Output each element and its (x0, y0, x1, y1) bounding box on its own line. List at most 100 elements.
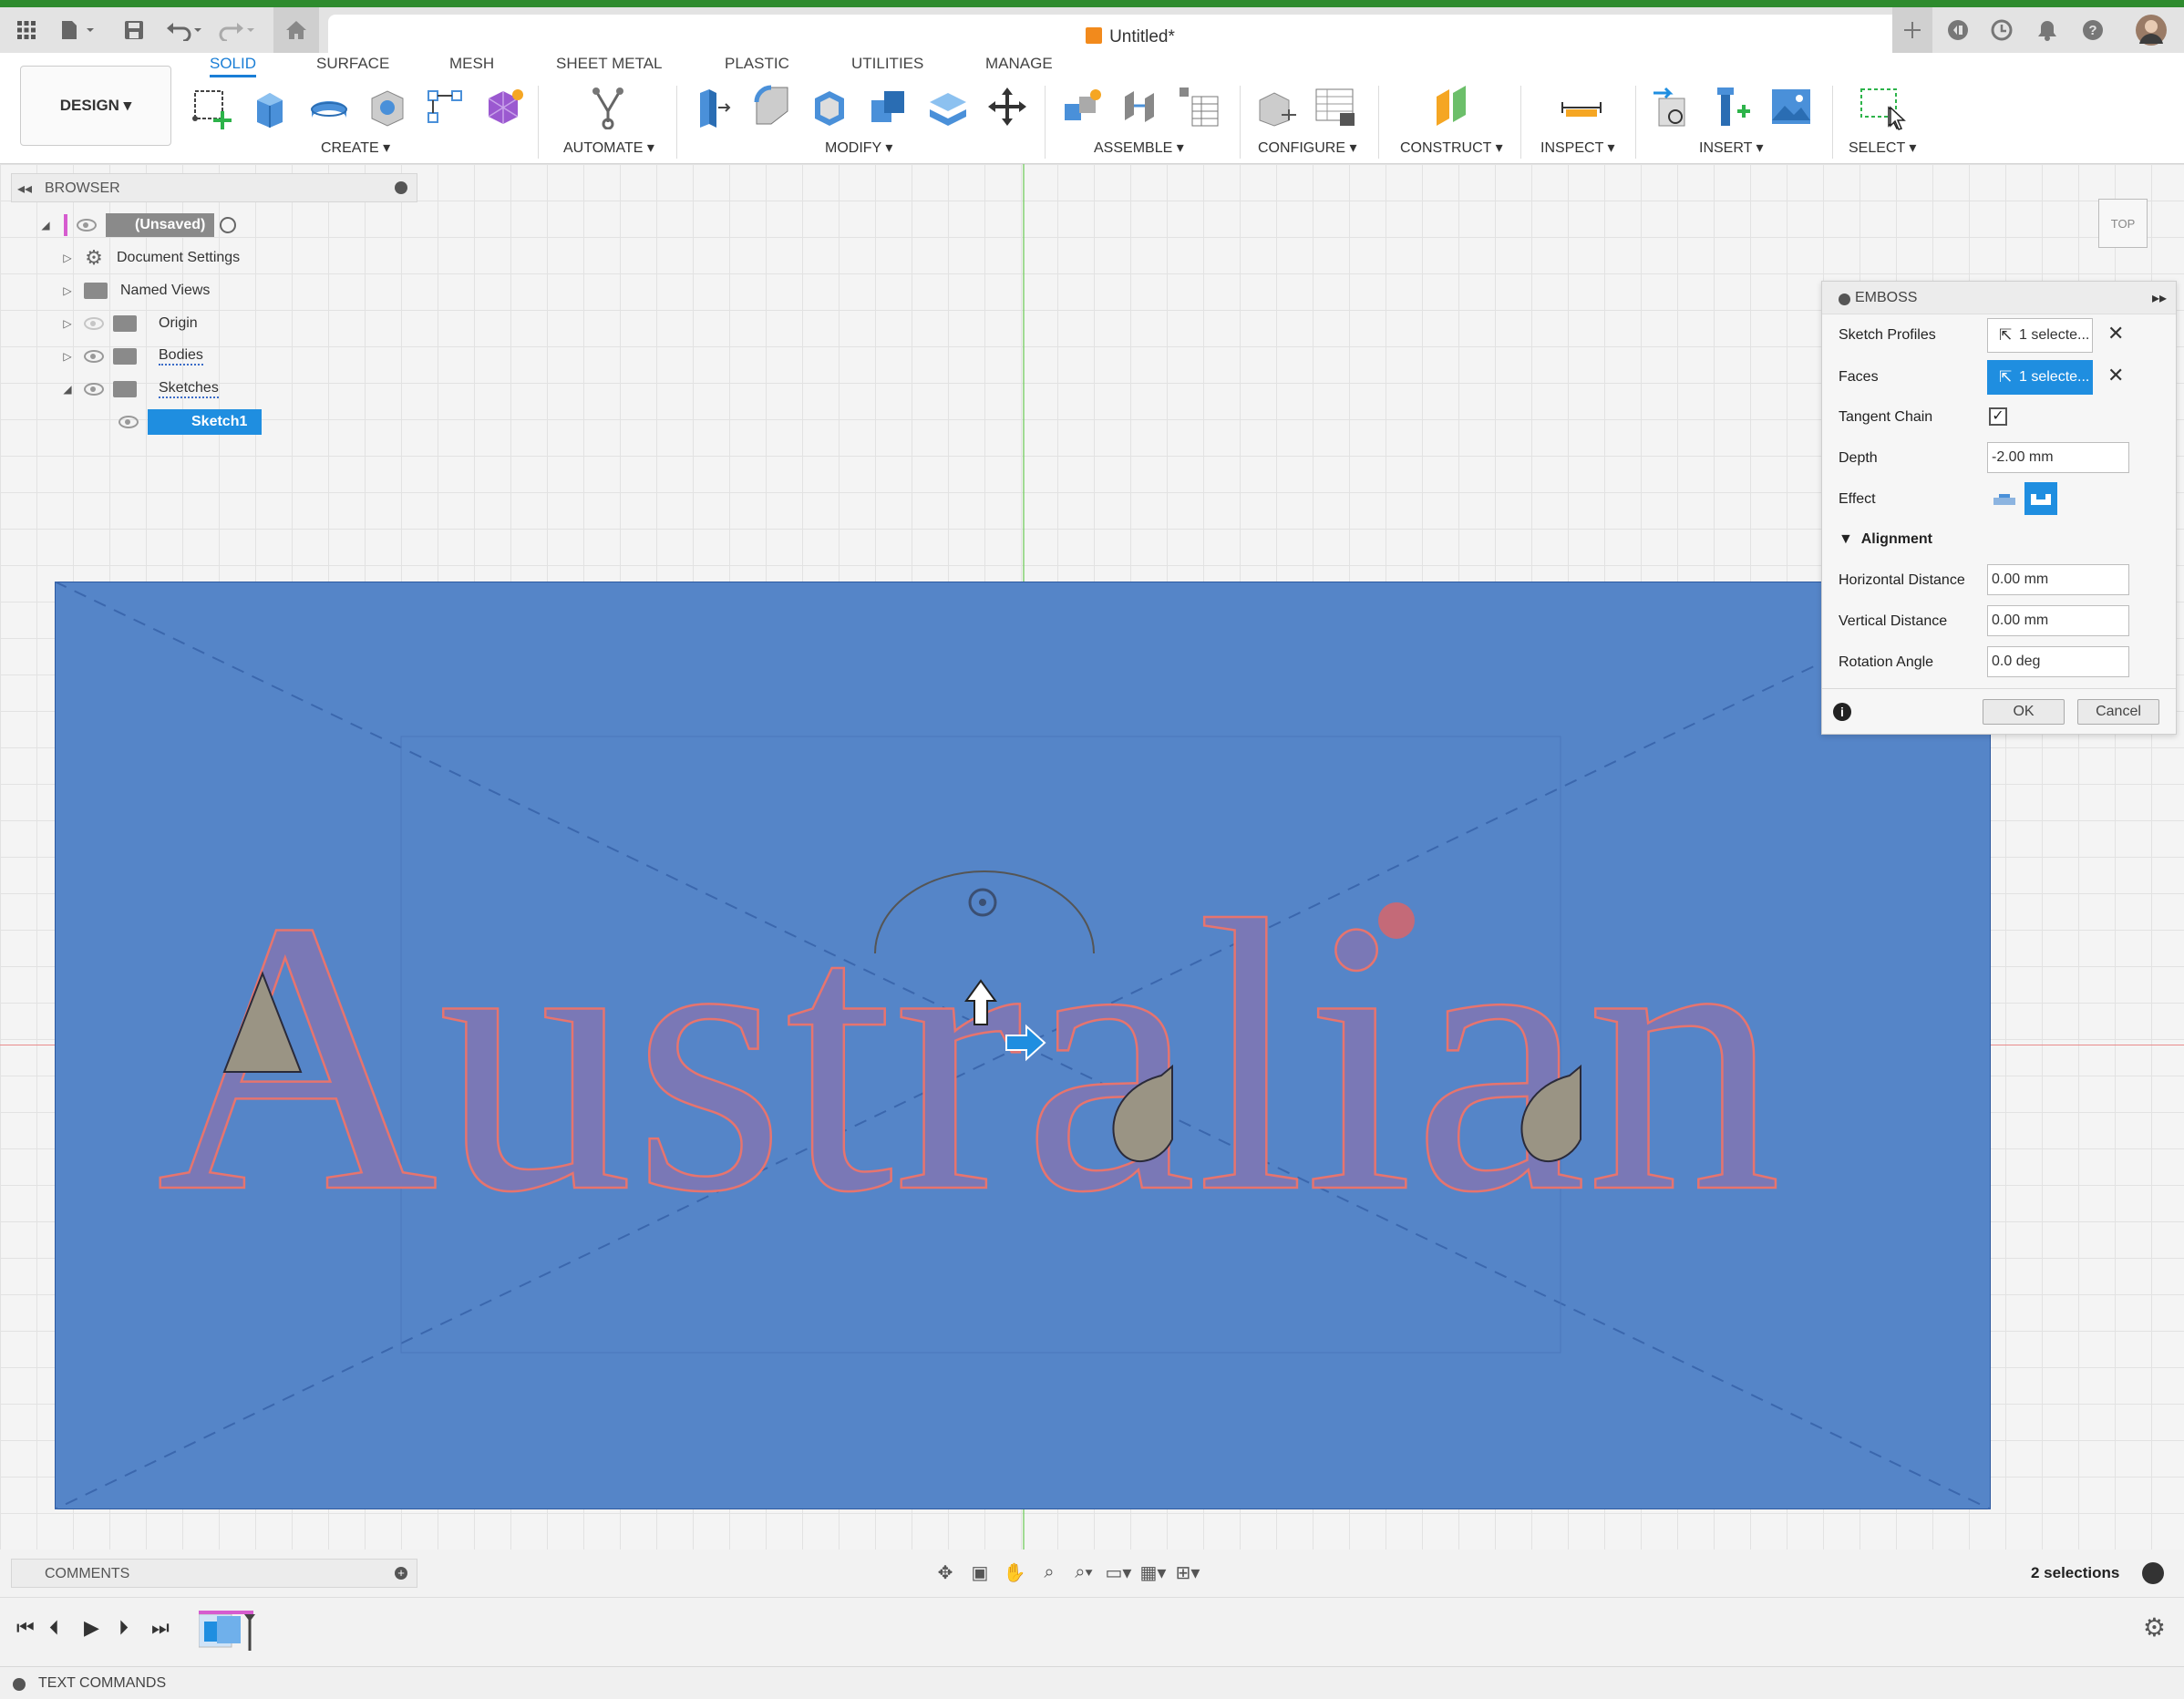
rectangular-pattern-icon[interactable] (423, 84, 469, 129)
workspace-switcher[interactable]: DESIGN ▾ (20, 66, 171, 146)
insert-menu[interactable]: INSERT ▾ (1699, 139, 1764, 157)
tree-root[interactable]: ◢ (Unsaved) (38, 211, 237, 239)
orbit-icon[interactable]: ✥ (930, 1559, 961, 1586)
tab-sheet-metal[interactable]: SHEET METAL (556, 55, 663, 73)
tree-item-origin[interactable]: ▷ Origin (60, 310, 198, 337)
configure-menu[interactable]: CONFIGURE ▾ (1258, 139, 1356, 157)
press-pull-icon[interactable] (691, 84, 737, 129)
construct-menu[interactable]: CONSTRUCT ▾ (1400, 139, 1503, 157)
activate-radio-icon[interactable] (220, 217, 237, 233)
tree-item-sketch1[interactable]: Sketch1 (109, 408, 263, 436)
move-icon[interactable] (984, 84, 1030, 129)
tab-mesh[interactable]: MESH (449, 55, 494, 73)
automate-menu[interactable]: AUTOMATE ▾ (563, 139, 654, 157)
job-status-icon[interactable] (1985, 7, 2018, 53)
configure-icon[interactable] (1254, 84, 1300, 129)
fillet-icon[interactable] (749, 84, 795, 129)
view-cube[interactable]: TOP (2098, 199, 2148, 248)
extrude-icon[interactable] (248, 84, 294, 129)
collapse-triangle-icon[interactable]: ◢ (60, 383, 75, 396)
faces-select[interactable]: ⇱ 1 selecte... (1987, 360, 2093, 395)
configuration-table-icon[interactable] (1313, 84, 1358, 129)
expand-dialog-icon[interactable]: ▸▸ (2152, 289, 2167, 307)
new-tab-icon[interactable] (1892, 7, 1932, 53)
offset-face-icon[interactable] (924, 84, 970, 129)
hidden-eye-icon[interactable] (84, 317, 104, 330)
tab-manage[interactable]: MANAGE (985, 55, 1053, 73)
info-icon[interactable]: i (1833, 703, 1851, 721)
text-commands-toggle-icon[interactable] (13, 1678, 26, 1691)
collapse-triangle-icon[interactable]: ◢ (38, 219, 53, 232)
visibility-eye-icon[interactable] (118, 416, 139, 428)
ok-button[interactable]: OK (1983, 699, 2065, 725)
clear-faces-icon[interactable]: ✕ (2107, 364, 2124, 387)
viewports-icon[interactable]: ⊞▾ (1172, 1559, 1203, 1586)
tangent-chain-checkbox[interactable]: ✓ (1989, 407, 2007, 426)
combine-icon[interactable] (866, 84, 912, 129)
save-icon[interactable] (118, 7, 149, 53)
file-icon[interactable] (57, 7, 98, 53)
minimize-icon[interactable] (395, 181, 407, 194)
zoom-icon[interactable]: ⌕ (1034, 1559, 1065, 1586)
modify-menu[interactable]: MODIFY ▾ (825, 139, 892, 157)
play-icon[interactable]: ▶ (84, 1616, 99, 1640)
expand-triangle-icon[interactable]: ▷ (60, 350, 75, 363)
help-icon[interactable]: ? (2076, 7, 2109, 53)
extensions-icon[interactable] (1942, 7, 1974, 53)
horizontal-distance-input[interactable]: 0.00 mm (1987, 564, 2129, 595)
tree-item-sketches[interactable]: ◢ Sketches (60, 376, 219, 403)
alignment-section[interactable]: ▼ Alignment (1839, 531, 1932, 548)
tab-surface[interactable]: SURFACE (316, 55, 389, 73)
assemble-menu[interactable]: ASSEMBLE ▾ (1094, 139, 1184, 157)
create-sketch-icon[interactable] (190, 84, 235, 129)
tab-plastic[interactable]: PLASTIC (725, 55, 789, 73)
sketch-profiles-select[interactable]: ⇱ 1 selecte... (1987, 318, 2093, 353)
emboss-effect-icon[interactable] (1987, 482, 2020, 515)
home-icon[interactable] (273, 7, 319, 53)
insert-canvas-icon[interactable] (1768, 84, 1814, 129)
bill-of-materials-icon[interactable] (1176, 84, 1221, 129)
step-back-icon[interactable]: ⏴ (49, 1616, 59, 1640)
rotation-angle-input[interactable]: 0.0 deg (1987, 646, 2129, 677)
select-menu[interactable]: SELECT ▾ (1849, 139, 1916, 157)
inspect-menu[interactable]: INSPECT ▾ (1540, 139, 1615, 157)
redo-icon[interactable] (217, 7, 259, 53)
insert-derive-icon[interactable] (1650, 84, 1695, 129)
revolve-icon[interactable] (306, 84, 352, 129)
create-menu[interactable]: CREATE ▾ (321, 139, 390, 157)
display-settings-icon[interactable]: ▭▾ (1103, 1559, 1134, 1586)
fit-icon[interactable]: ⌕▾ (1068, 1559, 1099, 1586)
tree-item-named-views[interactable]: ▷ Named Views (60, 277, 210, 304)
grid-settings-icon[interactable]: ▦▾ (1138, 1559, 1169, 1586)
visibility-eye-icon[interactable] (84, 383, 104, 396)
form-icon[interactable] (481, 84, 527, 129)
add-comment-icon[interactable]: + (395, 1567, 407, 1580)
clear-sketch-profiles-icon[interactable]: ✕ (2107, 322, 2124, 345)
go-to-end-icon[interactable]: ⏭ (151, 1616, 170, 1640)
apps-grid-icon[interactable] (11, 7, 42, 53)
tab-solid[interactable]: SOLID (210, 55, 257, 77)
tree-item-document-settings[interactable]: ▷ ⚙ Document Settings (60, 244, 240, 272)
offset-plane-icon[interactable] (1429, 84, 1475, 129)
timeline-feature-icon[interactable] (199, 1611, 263, 1654)
hole-icon[interactable] (365, 84, 410, 129)
automate-icon[interactable] (585, 84, 631, 130)
deboss-effect-icon[interactable] (2024, 482, 2057, 515)
dialog-collapse-icon[interactable] (1839, 293, 1850, 305)
collapse-panel-icon[interactable]: ◂◂ (17, 180, 32, 198)
pan-icon[interactable]: ✋ (999, 1559, 1030, 1586)
look-at-icon[interactable]: ▣ (964, 1559, 995, 1586)
depth-input[interactable]: -2.00 mm (1987, 442, 2129, 473)
insert-mcmaster-icon[interactable] (1708, 84, 1754, 129)
joint-icon[interactable] (1118, 84, 1163, 129)
notifications-icon[interactable] (2031, 7, 2064, 53)
new-component-icon[interactable] (1059, 84, 1105, 129)
tab-utilities[interactable]: UTILITIES (851, 55, 923, 73)
go-to-start-icon[interactable]: ⏮ (16, 1616, 35, 1640)
undo-icon[interactable] (164, 7, 206, 53)
step-forward-icon[interactable]: ⏵ (118, 1616, 129, 1640)
expand-triangle-icon[interactable]: ▷ (60, 252, 75, 264)
visibility-eye-icon[interactable] (77, 219, 97, 232)
shell-icon[interactable] (808, 84, 853, 129)
user-avatar[interactable] (2133, 7, 2169, 53)
